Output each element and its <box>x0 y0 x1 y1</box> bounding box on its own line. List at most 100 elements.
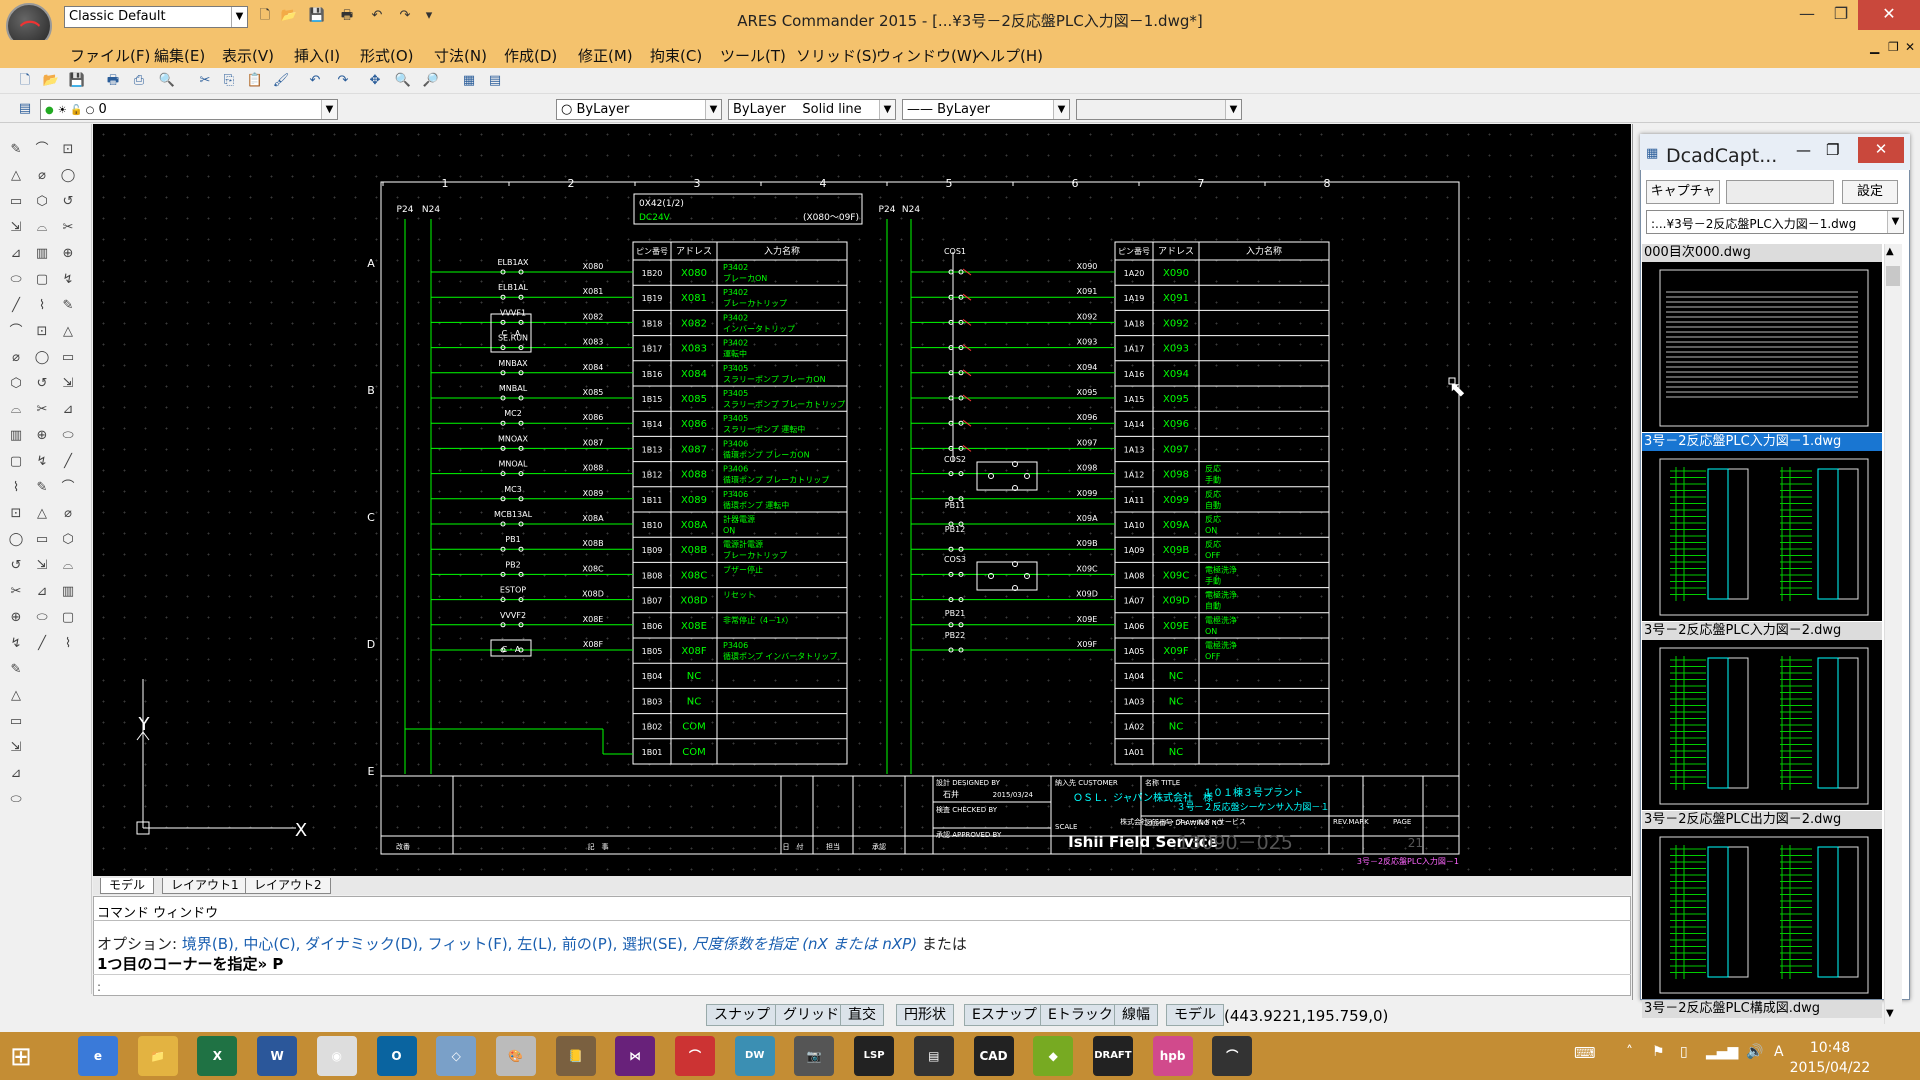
draw-tool-icon[interactable]: △ <box>58 322 78 342</box>
zoom-realtime-icon[interactable]: 🔍 <box>394 72 412 90</box>
draw-tool-icon[interactable]: ⊕ <box>58 244 78 264</box>
menu-item[interactable]: 形式(O) <box>360 45 414 66</box>
thumbnail-scrollbar[interactable] <box>1884 244 1902 1024</box>
plot-style-select[interactable]: ▼ <box>1076 99 1242 120</box>
menu-item[interactable]: 拘束(C) <box>650 45 702 66</box>
draw-tool-icon[interactable]: ◯ <box>6 530 26 550</box>
draw-tool-icon[interactable]: ✂ <box>32 400 52 420</box>
taskbar-app-icon[interactable]: ◇ <box>436 1036 477 1076</box>
draw-tool-icon[interactable]: ⊕ <box>6 608 26 628</box>
draw-tool-icon[interactable]: ⬭ <box>32 608 52 628</box>
taskbar-app-icon[interactable]: ◆ <box>1033 1036 1074 1076</box>
thumbnail-label[interactable]: 3号－2反応盤PLC入力図－1.dwg <box>1642 433 1882 451</box>
status-toggle-button[interactable]: Eスナップ <box>964 1004 1045 1026</box>
close-button[interactable]: ✕ <box>1858 0 1920 30</box>
taskbar-app-icon[interactable]: 📷 <box>794 1036 835 1076</box>
draw-tool-icon[interactable]: ⌇ <box>6 478 26 498</box>
status-toggle-button[interactable]: スナップ <box>706 1004 778 1026</box>
draw-tool-icon[interactable]: ▥ <box>6 426 26 446</box>
scroll-thumb[interactable] <box>1886 266 1900 286</box>
chevron-down-icon[interactable]: ▼ <box>879 100 895 119</box>
draw-tool-icon[interactable]: ▭ <box>58 348 78 368</box>
taskbar-app-icon[interactable]: 📁 <box>137 1036 178 1076</box>
draw-tool-icon[interactable]: ⌓ <box>58 556 78 576</box>
dcadcapt-minimize-button[interactable]: — <box>1796 141 1811 159</box>
draw-tool-icon[interactable]: ⇲ <box>58 374 78 394</box>
command-option[interactable]: ダイナミック(D), <box>305 935 423 953</box>
draw-tool-icon[interactable]: ⌀ <box>58 504 78 524</box>
draw-tool-icon[interactable]: ↯ <box>58 270 78 290</box>
taskbar-app-icon[interactable]: 🎨 <box>495 1036 536 1076</box>
menu-item[interactable]: ファイル(F) <box>70 45 150 66</box>
draw-tool-icon[interactable]: ╱ <box>6 296 26 316</box>
taskbar-app-icon[interactable]: ⌒ <box>1212 1036 1253 1076</box>
taskbar-app-icon[interactable]: ▤ <box>913 1036 954 1076</box>
copy-icon[interactable]: ⎘ <box>220 72 238 90</box>
draw-tool-icon[interactable]: ⬭ <box>6 790 26 810</box>
menu-item[interactable]: 寸法(N) <box>434 45 487 66</box>
draw-tool-icon[interactable]: ✎ <box>6 140 26 160</box>
scroll-down-icon[interactable]: ▼ <box>1886 1008 1894 1019</box>
draw-tool-icon[interactable]: ▭ <box>6 712 26 732</box>
status-toggle-button[interactable]: モデル <box>1166 1004 1224 1026</box>
menu-item[interactable]: 挿入(I) <box>294 45 340 66</box>
menu-item[interactable]: ツール(T) <box>720 45 786 66</box>
layer-select[interactable]: ● ☀ 🔓 ○ 0 ▼ <box>40 99 338 120</box>
chevron-down-icon[interactable]: ▼ <box>1225 100 1241 119</box>
thumbnail-label[interactable]: 3号－2反応盤PLC出力図－2.dwg <box>1642 811 1882 829</box>
dcadcapt-close-button[interactable]: ✕ <box>1858 137 1904 163</box>
print-preview-icon[interactable]: ⎙ <box>130 72 148 90</box>
save-icon[interactable]: 💾 <box>308 7 326 25</box>
draw-tool-icon[interactable]: ⊿ <box>6 764 26 784</box>
draw-tool-icon[interactable]: ╱ <box>32 634 52 654</box>
tray-expand-icon[interactable]: ˄ <box>1626 1044 1633 1060</box>
draw-tool-icon[interactable]: ⌒ <box>32 140 52 160</box>
draw-tool-icon[interactable]: ⇲ <box>6 738 26 758</box>
battery-icon[interactable]: ▯ <box>1680 1044 1688 1060</box>
thumbnail-label[interactable]: 3号－2反応盤PLC構成図.dwg <box>1642 1000 1882 1018</box>
command-input[interactable]: : <box>97 980 101 994</box>
taskbar-app-icon[interactable]: O <box>376 1036 417 1076</box>
thumbnail-label[interactable]: 3号－2反応盤PLC入力図－2.dwg <box>1642 622 1882 640</box>
flag-icon[interactable]: ⚑ <box>1652 1044 1665 1060</box>
taskbar-app-icon[interactable]: DRAFT <box>1092 1036 1133 1076</box>
draw-tool-icon[interactable]: △ <box>6 166 26 186</box>
draw-tool-icon[interactable]: ↺ <box>6 556 26 576</box>
taskbar-app-icon[interactable]: DW <box>734 1036 775 1076</box>
draw-tool-icon[interactable]: ⌀ <box>32 166 52 186</box>
new-icon[interactable]: 🗋 <box>16 72 34 90</box>
draw-tool-icon[interactable]: ⌒ <box>6 322 26 342</box>
paste-icon[interactable]: 📋 <box>246 72 264 90</box>
draw-tool-icon[interactable]: ▭ <box>6 192 26 212</box>
draw-tool-icon[interactable]: ↺ <box>58 192 78 212</box>
draw-tool-icon[interactable]: ⬡ <box>58 530 78 550</box>
match-properties-icon[interactable]: 🖌 <box>272 72 290 90</box>
menu-item[interactable]: 表示(V) <box>222 45 274 66</box>
draw-tool-icon[interactable]: ⌀ <box>6 348 26 368</box>
draw-tool-icon[interactable]: ✂ <box>6 582 26 602</box>
page-setup-icon[interactable]: 🔍 <box>158 72 176 90</box>
draw-tool-icon[interactable]: ✎ <box>32 478 52 498</box>
taskbar-app-icon[interactable]: hpb <box>1152 1036 1193 1076</box>
draw-tool-icon[interactable]: ⊿ <box>32 582 52 602</box>
menu-item[interactable]: ソリッド(S) <box>796 45 877 66</box>
save-icon[interactable]: 💾 <box>68 72 86 90</box>
clock-time[interactable]: 10:48 <box>1790 1040 1870 1056</box>
mdi-close-button[interactable]: ✕ <box>1905 40 1915 54</box>
draw-tool-icon[interactable]: ◯ <box>32 348 52 368</box>
draw-tool-icon[interactable]: ✎ <box>6 660 26 680</box>
draw-tool-icon[interactable]: ╱ <box>58 452 78 472</box>
menu-item[interactable]: 編集(E) <box>154 45 205 66</box>
lineweight-select[interactable]: —— ByLayer ▼ <box>902 99 1070 120</box>
workspace-select[interactable]: Classic Default ▼ <box>64 6 248 28</box>
tab-model[interactable]: モデル <box>100 878 155 894</box>
undo-icon[interactable]: ↶ <box>306 72 324 90</box>
command-option[interactable]: フィット(F), <box>428 935 513 953</box>
color-select[interactable]: ○ ByLayer ▼ <box>556 99 722 120</box>
taskbar-app-icon[interactable]: ◉ <box>316 1036 357 1076</box>
draw-tool-icon[interactable]: ▢ <box>58 608 78 628</box>
draw-tool-icon[interactable]: ⌓ <box>6 400 26 420</box>
taskbar-app-icon[interactable]: e <box>78 1036 118 1076</box>
calculator-icon[interactable]: ▤ <box>486 72 504 90</box>
chevron-down-icon[interactable]: ▼ <box>705 100 721 119</box>
